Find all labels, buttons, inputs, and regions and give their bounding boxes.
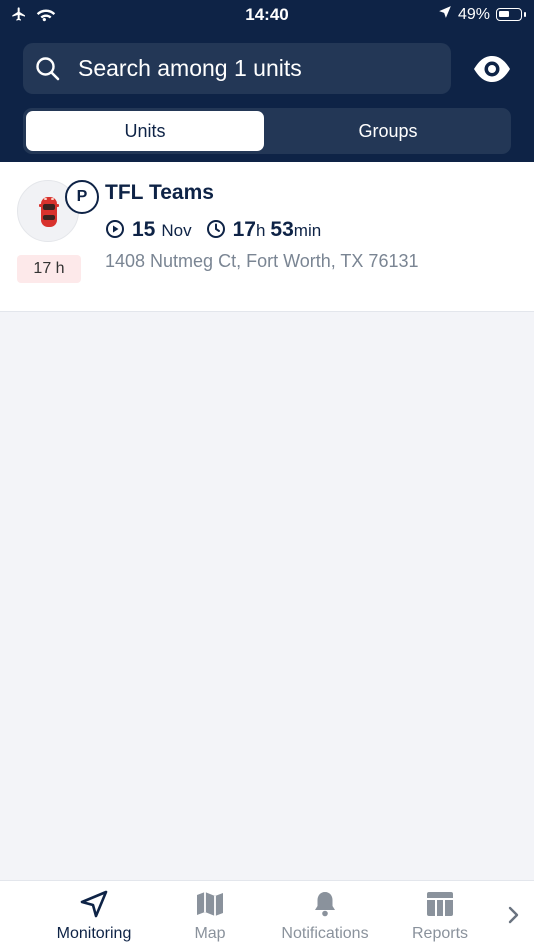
car-icon	[39, 197, 59, 227]
bottom-tab-bar: Monitoring Map Notifications Reports	[0, 880, 534, 951]
unit-address: 1408 Nutmeg Ct, Fort Worth, TX 76131	[105, 251, 419, 271]
duration-minutes-unit: min	[293, 221, 322, 240]
last-message-month: Nov	[161, 221, 192, 240]
tab-units[interactable]: Units	[26, 111, 264, 151]
parking-status-badge: P	[65, 180, 99, 214]
visibility-toggle-button[interactable]	[472, 53, 512, 85]
duration-minutes: 53	[270, 218, 294, 241]
duration-hours-unit: h	[255, 221, 266, 240]
unit-list-item[interactable]: P 17 h TFL Teams 15 Nov 17 h 53 min 1408…	[0, 162, 534, 312]
unit-name: TFL Teams	[105, 181, 214, 204]
status-bar: 14:40 49%	[0, 0, 534, 30]
navigation-arrow-icon	[80, 890, 108, 918]
tab-notifications[interactable]: Notifications	[266, 881, 384, 951]
search-box[interactable]	[23, 43, 451, 94]
status-right: 49%	[438, 5, 526, 24]
battery-percentage: 49%	[457, 5, 490, 23]
search-input[interactable]	[78, 43, 438, 94]
duration-hours: 17	[232, 218, 256, 241]
table-icon	[427, 892, 453, 916]
last-message-day: 15	[132, 218, 156, 241]
tab-notifications-label: Notifications	[281, 925, 369, 942]
tab-reports-label: Reports	[411, 925, 469, 942]
more-tabs-button[interactable]	[506, 905, 522, 930]
tab-groups[interactable]: Groups	[269, 111, 507, 151]
units-groups-switch: Units Groups	[23, 108, 511, 154]
unit-meta-row: 15 Nov 17 h 53 min	[105, 216, 321, 242]
play-circle-icon	[105, 219, 125, 239]
bell-icon	[315, 892, 335, 917]
eye-icon	[472, 56, 512, 89]
tab-monitoring-label: Monitoring	[56, 925, 132, 942]
tab-map-label: Map	[194, 925, 226, 942]
chevron-right-icon	[508, 906, 519, 924]
map-icon	[197, 892, 223, 916]
battery-icon	[496, 8, 526, 21]
header: 14:40 49% Units Groups	[0, 0, 534, 162]
duration-badge: 17 h	[17, 255, 81, 283]
location-arrow-icon	[438, 5, 452, 24]
clock-icon	[206, 219, 226, 239]
tab-monitoring[interactable]: Monitoring	[40, 881, 148, 951]
search-icon	[35, 56, 61, 87]
tab-reports[interactable]: Reports	[400, 881, 480, 951]
tab-map[interactable]: Map	[172, 881, 248, 951]
